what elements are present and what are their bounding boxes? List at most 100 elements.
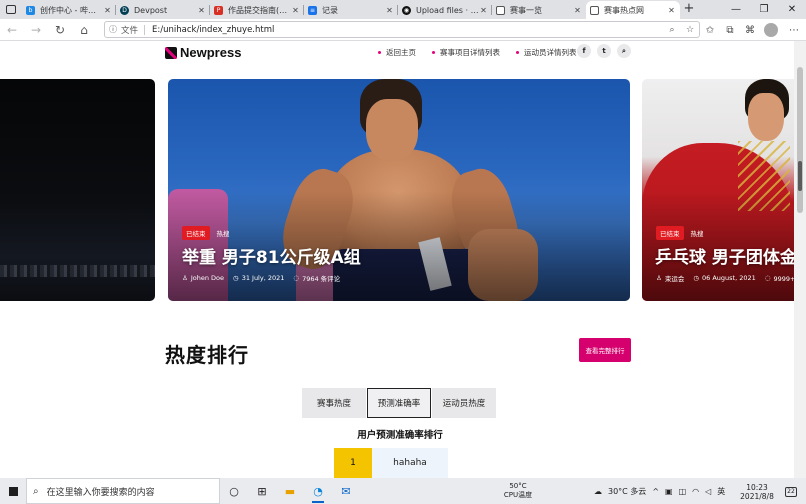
browser-tab-github[interactable]: ◉ Upload files · Pieng... ✕ [398, 1, 492, 19]
taskbar-clock[interactable]: 10:23 2021/8/8 [738, 483, 776, 501]
tab-title: Upload files · Pieng... [416, 5, 479, 15]
site-info-label: 文件 [121, 25, 139, 36]
info-icon[interactable]: ⓘ [105, 24, 121, 35]
slide-weightlifting[interactable]: 已结束 热搜 举重 男子81公斤级A组 ♙ Johen Doe ◷ 31 July,… [168, 79, 630, 301]
facebook-icon[interactable]: f [577, 44, 591, 58]
weather-icon[interactable]: ☁ [594, 487, 602, 496]
profile-avatar[interactable] [764, 23, 778, 37]
page-icon [496, 5, 505, 15]
browser-tab-hot[interactable]: 赛事热点网 ✕ [586, 1, 680, 19]
view-full-ranking-button[interactable]: 查看完整排行 [579, 338, 631, 362]
address-bar[interactable]: ⓘ 文件 E:/unihack/index_zhuye.html ⌕ ☆ [104, 21, 700, 38]
file-explorer-icon[interactable]: ▬ [276, 478, 304, 504]
favorites-icon[interactable]: ✩ [700, 25, 720, 36]
url-text[interactable]: E:/unihack/index_zhuye.html [152, 25, 663, 35]
ranking-subtitle: 用户预测准确率排行 [357, 430, 443, 441]
user-icon: ♙ [182, 274, 188, 282]
chevron-up-icon[interactable]: ^ [652, 487, 659, 496]
page-scrollbar[interactable] [794, 41, 806, 478]
forward-icon[interactable]: → [24, 19, 48, 41]
search-icon[interactable]: ⌕ [617, 44, 631, 58]
task-view-icon[interactable]: ○ [220, 478, 248, 504]
taskbar-search-box[interactable]: ⌕ 在这里输入你要搜索的内容 [26, 478, 220, 504]
new-tab-button[interactable]: + [680, 1, 698, 19]
comments[interactable]: ◌9999+ 条评论 [765, 273, 794, 283]
mail-icon[interactable]: ✉ [332, 478, 360, 504]
weather-text[interactable]: 30°C 多云 [608, 486, 646, 497]
ranking-tabs: 赛事热度 预测准确率 运动员热度 [302, 388, 497, 418]
close-icon[interactable]: ✕ [291, 6, 300, 15]
tab-event-popularity[interactable]: 赛事热度 [302, 388, 366, 418]
home-icon[interactable]: ⌂ [72, 19, 96, 41]
status-badge[interactable]: 已结束 [182, 226, 210, 240]
slide-title[interactable]: 乒乓球 男子团体金牌 [655, 243, 794, 268]
browser-tab-record[interactable]: ≡ 记录 ✕ [304, 1, 398, 19]
user-icon: ♙ [656, 274, 662, 282]
app-tray-icon[interactable]: ▣ [665, 487, 673, 496]
network-icon[interactable]: ◫ [679, 487, 687, 496]
table-row[interactable]: 1 hahaha [334, 448, 448, 478]
close-icon[interactable]: ✕ [479, 6, 488, 15]
comments[interactable]: ◌ 7964 条评论 [293, 273, 340, 283]
slide-tags: 已结束 热搜 [656, 226, 704, 240]
browser-tab-devpost[interactable]: D Devpost ✕ [116, 1, 210, 19]
category-label[interactable]: 热搜 [217, 228, 230, 238]
page-viewport: Newpress 返回主页 赛事项目详情列表 运动员详情列表 f t ⌕ 已结束… [0, 41, 794, 478]
volume-icon[interactable]: ◁ [705, 487, 711, 496]
close-icon[interactable]: ✕ [573, 6, 582, 15]
logo-mark-icon [165, 46, 177, 59]
author[interactable]: ♙ 束运会 [656, 273, 684, 283]
close-icon[interactable]: ✕ [103, 6, 112, 15]
tab-title: 赛事一览 [510, 5, 542, 15]
back-icon[interactable]: ← [0, 19, 24, 41]
twitter-icon[interactable]: t [597, 44, 611, 58]
close-icon[interactable]: ✕ [197, 6, 206, 15]
browser-tab-events[interactable]: 赛事一览 ✕ [492, 1, 586, 19]
browser-tab-bilibili[interactable]: b 创作中心 - 哔哩哔哩 ✕ [22, 1, 116, 19]
nav-item-home[interactable]: 返回主页 [378, 47, 416, 58]
extensions-icon[interactable]: ⌘ [740, 25, 760, 36]
slide-table-tennis[interactable]: 已结束 热搜 乒乓球 男子团体金牌 ♙束运会 ◷06 August, 2021 … [642, 79, 794, 301]
close-icon[interactable]: ✕ [385, 6, 394, 15]
scrollbar-thumb[interactable] [797, 67, 803, 213]
tab-athlete-popularity[interactable]: 运动员热度 [432, 388, 496, 418]
close-icon[interactable]: ✕ [667, 6, 676, 15]
notification-center-icon[interactable]: 22 [785, 487, 797, 497]
widgets-icon[interactable]: ⊞ [248, 478, 276, 504]
add-favorite-icon[interactable]: ☆ [681, 25, 699, 35]
athlete-image [748, 93, 784, 141]
more-icon[interactable]: ⋯ [784, 25, 804, 36]
reload-icon[interactable]: ↻ [48, 19, 72, 41]
zoom-icon[interactable]: ⌕ [663, 25, 681, 35]
edge-browser-icon[interactable]: ◔ [304, 478, 332, 504]
document-icon: ≡ [308, 5, 317, 15]
slide-title[interactable]: 举重 男子81公斤级A组 [182, 243, 361, 268]
clock-icon: ◷ [233, 274, 239, 282]
minimize-icon[interactable]: — [722, 0, 750, 19]
cpu-temp-value: 50°C [509, 482, 527, 490]
section-title: 热度排行 [165, 343, 249, 367]
nav-item-athletes[interactable]: 运动员详情列表 [516, 47, 577, 58]
ime-indicator[interactable]: 英 [717, 486, 725, 497]
author[interactable]: ♙ Johen Doe [182, 273, 224, 283]
category-label[interactable]: 热搜 [691, 228, 704, 238]
page-icon [590, 5, 599, 15]
slide-previous[interactable] [0, 79, 155, 301]
status-badge[interactable]: 已结束 [656, 226, 684, 240]
windows-start-icon[interactable] [0, 478, 26, 504]
pdf-icon: P [214, 5, 223, 15]
tab-prediction-accuracy[interactable]: 预测准确率 [367, 388, 431, 418]
bullet-icon [516, 51, 519, 54]
window-controls: — ❐ ✕ [722, 0, 806, 19]
nav-item-events[interactable]: 赛事项目详情列表 [432, 47, 500, 58]
restore-icon[interactable]: ❐ [750, 0, 778, 19]
devpost-icon: D [120, 5, 129, 15]
divider [144, 24, 146, 35]
close-window-icon[interactable]: ✕ [778, 0, 806, 19]
browser-tab-pdf[interactable]: P 作品提交指南(1).pdf ✕ [210, 1, 304, 19]
collections-icon[interactable]: ⧉ [720, 25, 740, 36]
wifi-icon[interactable]: ◠ [692, 487, 699, 496]
cpu-temperature[interactable]: 50°C CPU温度 [500, 482, 536, 500]
site-logo[interactable]: Newpress [165, 45, 241, 60]
tab-actions-icon[interactable] [0, 0, 22, 19]
